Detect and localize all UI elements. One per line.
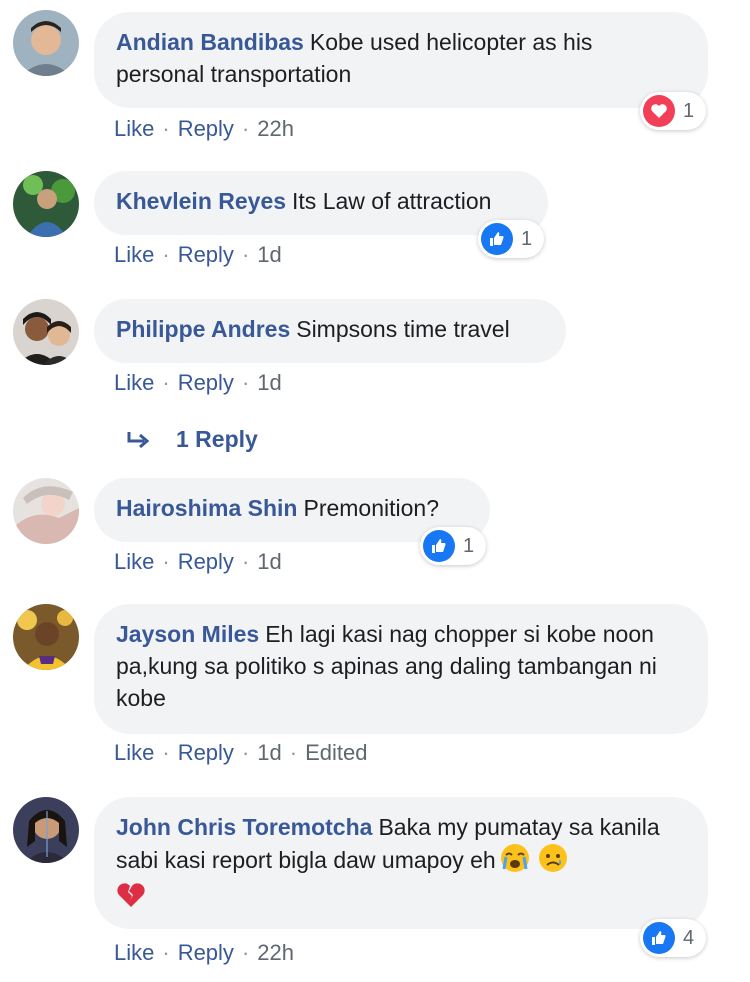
separator: ·	[162, 242, 170, 267]
reaction-count: 4	[683, 926, 695, 949]
comment-timestamp[interactable]: 22h	[257, 116, 294, 141]
like-reaction-icon	[481, 223, 513, 255]
reply-link[interactable]: Reply	[178, 940, 234, 965]
avatar[interactable]	[13, 604, 79, 670]
comment-author[interactable]: John Chris Toremotcha	[116, 814, 372, 840]
comment-timestamp[interactable]: 1d	[257, 370, 281, 395]
avatar[interactable]	[13, 797, 79, 863]
comment-text: Its Law of attraction	[292, 188, 492, 214]
comment-author[interactable]: Hairoshima Shin	[116, 495, 297, 521]
comment-author[interactable]: Philippe Andres	[116, 316, 290, 342]
sad-face-emoji	[538, 843, 568, 881]
avatar[interactable]	[13, 299, 79, 365]
comment-author[interactable]: Jayson Miles	[116, 621, 259, 647]
separator: ·	[241, 940, 250, 965]
comment-text: Simpsons time travel	[296, 316, 510, 342]
reaction-summary[interactable]: 1	[420, 527, 486, 565]
comment-timestamp[interactable]: 1d	[257, 242, 281, 267]
reply-arrow-icon	[126, 430, 152, 450]
edited-label[interactable]: Edited	[305, 740, 367, 765]
comment-timestamp[interactable]: 22h	[257, 940, 294, 965]
separator: ·	[289, 740, 298, 765]
like-link[interactable]: Like	[114, 549, 154, 574]
reaction-count: 1	[463, 534, 475, 557]
comment-actions: Like · Reply · 1d	[114, 242, 282, 268]
reaction-summary[interactable]: 1	[478, 220, 544, 258]
separator: ·	[162, 740, 170, 765]
separator: ·	[241, 740, 250, 765]
comment-author[interactable]: Andian Bandibas	[116, 29, 304, 55]
love-reaction-icon	[643, 95, 675, 127]
separator: ·	[162, 940, 170, 965]
avatar[interactable]	[13, 171, 79, 237]
like-link[interactable]: Like	[114, 940, 154, 965]
comment-bubble: John Chris Toremotcha Baka my pumatay sa …	[94, 797, 708, 929]
reply-link[interactable]: Reply	[178, 740, 234, 765]
reaction-summary[interactable]: 4	[640, 919, 706, 957]
like-link[interactable]: Like	[114, 740, 154, 765]
reaction-summary[interactable]: 1	[640, 92, 706, 130]
crying-face-emoji	[498, 843, 532, 881]
avatar[interactable]	[13, 478, 79, 544]
reply-link[interactable]: Reply	[178, 116, 234, 141]
comment-timestamp[interactable]: 1d	[257, 549, 281, 574]
comment-text: Premonition?	[303, 495, 440, 521]
comment-bubble: Philippe Andres Simpsons time travel	[94, 299, 566, 363]
reply-link[interactable]: Reply	[178, 242, 234, 267]
like-reaction-icon	[423, 530, 455, 562]
separator: ·	[241, 370, 250, 395]
comment-actions: Like · Reply · 22h	[114, 940, 294, 966]
broken-heart-emoji	[116, 881, 146, 917]
comment-bubble: Khevlein Reyes Its Law of attraction	[94, 171, 548, 235]
comment-actions: Like · Reply · 1d	[114, 370, 282, 396]
comment-timestamp[interactable]: 1d	[257, 740, 281, 765]
comment-actions: Like · Reply · 1d · Edited	[114, 740, 367, 766]
separator: ·	[241, 549, 250, 574]
separator: ·	[241, 242, 250, 267]
separator: ·	[162, 116, 170, 141]
comment-bubble: Andian Bandibas Kobe used helicopter as h…	[94, 12, 708, 108]
comment-actions: Like · Reply · 22h	[114, 116, 294, 142]
reply-link[interactable]: Reply	[178, 370, 234, 395]
comment-author[interactable]: Khevlein Reyes	[116, 188, 286, 214]
like-reaction-icon	[643, 922, 675, 954]
like-link[interactable]: Like	[114, 116, 154, 141]
separator: ·	[162, 370, 170, 395]
avatar[interactable]	[13, 10, 79, 76]
reaction-count: 1	[521, 227, 533, 250]
view-replies-label: 1 Reply	[176, 426, 258, 452]
reply-link[interactable]: Reply	[178, 549, 234, 574]
comment-actions: Like · Reply · 1d	[114, 549, 282, 575]
like-link[interactable]: Like	[114, 242, 154, 267]
separator: ·	[241, 116, 250, 141]
view-replies-link[interactable]: 1 Reply	[126, 426, 258, 453]
reaction-count: 1	[683, 99, 695, 122]
separator: ·	[162, 549, 170, 574]
like-link[interactable]: Like	[114, 370, 154, 395]
comment-bubble: Jayson Miles Eh lagi kasi nag chopper si …	[94, 604, 708, 734]
